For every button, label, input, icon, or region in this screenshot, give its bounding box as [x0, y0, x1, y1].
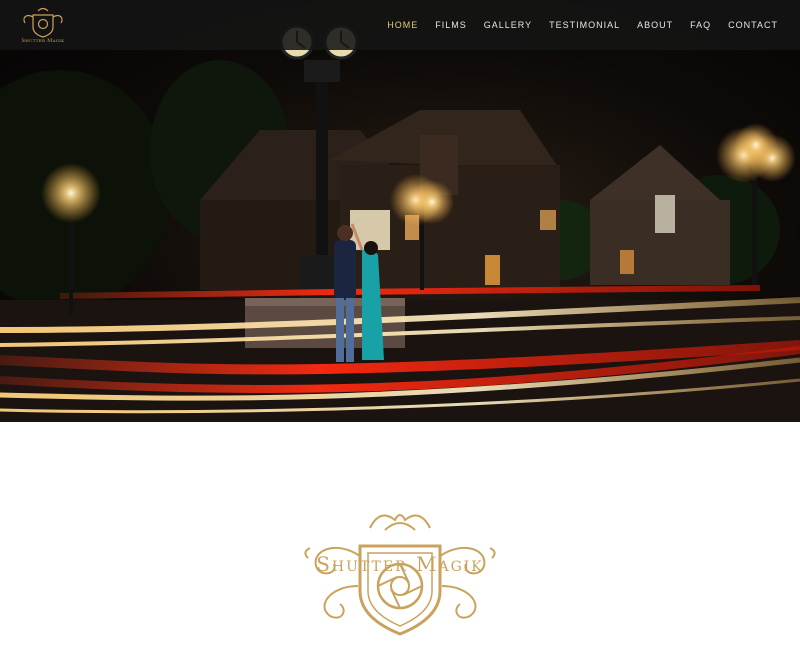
nav-films[interactable]: FILMS [435, 20, 467, 30]
logo-section: Shutter Magik [0, 422, 800, 650]
main-nav: HOME FILMS GALLERY TESTIMONIAL ABOUT FAQ… [370, 0, 778, 50]
nav-about[interactable]: ABOUT [637, 20, 673, 30]
nav-faq[interactable]: FAQ [690, 20, 711, 30]
crest-wordmark: Shutter Magik [316, 552, 484, 576]
hero-banner [0, 0, 800, 422]
nav-gallery[interactable]: GALLERY [484, 20, 532, 30]
brand-wordmark: Shutter Magik [21, 38, 65, 44]
nav-home[interactable]: HOME [387, 20, 418, 30]
top-navigation-bar: Shutter Magik HOME FILMS GALLERY TESTIMO… [0, 0, 800, 50]
nav-contact[interactable]: CONTACT [728, 20, 778, 30]
hero-photo [0, 24, 800, 422]
nav-testimonial[interactable]: TESTIMONIAL [549, 20, 620, 30]
brand-logo[interactable]: Shutter Magik [16, 3, 70, 47]
houses [200, 110, 730, 290]
